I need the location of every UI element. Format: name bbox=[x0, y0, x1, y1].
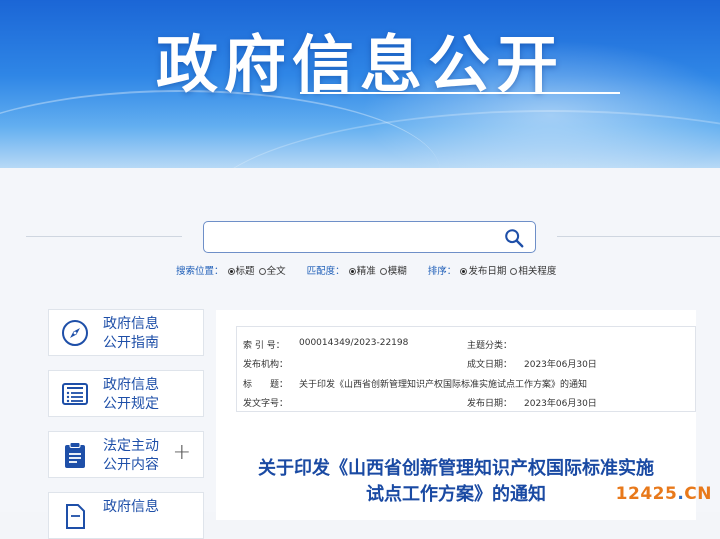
expand-icon[interactable]: + bbox=[173, 440, 191, 465]
search-input[interactable] bbox=[203, 221, 536, 253]
search-position-group: 搜索位置： 标题 全文 bbox=[176, 263, 286, 277]
document-title-line1: 关于印发《山西省创新管理知识产权国际标准实施 bbox=[258, 458, 654, 479]
search-position-label: 搜索位置： bbox=[176, 266, 224, 277]
sidebar-item-line1: 法定主动 bbox=[103, 438, 159, 454]
header-banner: 政府信息公开 bbox=[0, 0, 720, 168]
sidebar-item-line1: 政府信息 bbox=[103, 377, 159, 393]
divider-left bbox=[26, 236, 182, 237]
created-value: 2023年06月30日 bbox=[524, 360, 597, 370]
radio-fuzzy-label: 模糊 bbox=[387, 266, 407, 277]
sidebar-item-label: 政府信息 bbox=[103, 498, 159, 517]
sidebar-item-label: 法定主动 公开内容 bbox=[103, 437, 159, 475]
site-watermark: 12425.CN bbox=[616, 484, 712, 504]
org-label: 发布机构： bbox=[243, 360, 289, 370]
document-metadata: 索 引 号： 000014349/2023-22198 主题分类： 发布机构： … bbox=[236, 326, 696, 412]
sidebar-item-more[interactable]: 政府信息 bbox=[48, 492, 204, 539]
divider-right bbox=[557, 236, 720, 237]
sidebar-item-mandatory[interactable]: 法定主动 公开内容 + bbox=[48, 431, 204, 478]
sidebar-item-line2: 公开内容 bbox=[103, 457, 159, 473]
search-icon[interactable] bbox=[503, 227, 525, 249]
radio-exact[interactable] bbox=[348, 268, 356, 275]
sidebar-item-line1: 政府信息 bbox=[103, 316, 159, 332]
radio-title-label: 标题 bbox=[235, 266, 255, 277]
document-list-icon bbox=[62, 383, 88, 405]
sidebar-item-line1: 政府信息 bbox=[103, 499, 159, 515]
match-label: 匹配度： bbox=[306, 266, 345, 277]
file-icon bbox=[66, 504, 85, 529]
sidebar-item-guide[interactable]: 政府信息 公开指南 bbox=[48, 309, 204, 356]
sidebar-item-label: 政府信息 公开指南 bbox=[103, 315, 159, 353]
compass-icon bbox=[62, 320, 88, 346]
index-value: 000014349/2023-22198 bbox=[299, 338, 409, 348]
sort-label: 排序： bbox=[427, 266, 457, 277]
sidebar-item-line2: 公开指南 bbox=[103, 335, 159, 351]
sidebar-item-label: 政府信息 公开规定 bbox=[103, 376, 159, 414]
search-field[interactable] bbox=[210, 226, 494, 250]
title-label: 标 题： bbox=[243, 380, 289, 390]
radio-fulltext-label: 全文 bbox=[266, 266, 286, 277]
radio-date-label: 发布日期 bbox=[468, 266, 507, 277]
radio-date[interactable] bbox=[460, 268, 468, 275]
radio-fulltext[interactable] bbox=[258, 268, 266, 275]
match-group: 匹配度： 精准 模糊 bbox=[307, 263, 407, 277]
docno-label: 发文字号： bbox=[243, 399, 289, 409]
radio-title[interactable] bbox=[227, 268, 235, 275]
radio-fuzzy[interactable] bbox=[379, 268, 387, 275]
sort-group: 排序： 发布日期 相关程度 bbox=[428, 263, 557, 277]
radio-relevance-label: 相关程度 bbox=[518, 266, 557, 277]
radio-relevance[interactable] bbox=[510, 268, 518, 275]
watermark-part2: CN bbox=[684, 484, 712, 504]
radio-exact-label: 精准 bbox=[356, 266, 376, 277]
index-label: 索 引 号： bbox=[243, 341, 285, 351]
clipboard-icon bbox=[65, 442, 85, 468]
search-options: 搜索位置： 标题 全文 匹配度： 精准 模糊 排序： 发布日期 相关程度 bbox=[176, 263, 576, 277]
subject-label: 主题分类： bbox=[467, 341, 513, 351]
page-title: 政府信息公开 bbox=[155, 28, 564, 101]
title-value: 关于印发《山西省创新管理知识产权国际标准实施试点工作方案》的通知 bbox=[299, 380, 588, 390]
title-underline bbox=[300, 92, 620, 94]
published-label: 发布日期： bbox=[467, 399, 513, 409]
watermark-part1: 12425 bbox=[615, 484, 678, 504]
published-value: 2023年06月30日 bbox=[524, 399, 597, 409]
sidebar-item-rules[interactable]: 政府信息 公开规定 bbox=[48, 370, 204, 417]
sidebar-item-line2: 公开规定 bbox=[103, 396, 159, 412]
created-label: 成文日期： bbox=[467, 360, 513, 370]
